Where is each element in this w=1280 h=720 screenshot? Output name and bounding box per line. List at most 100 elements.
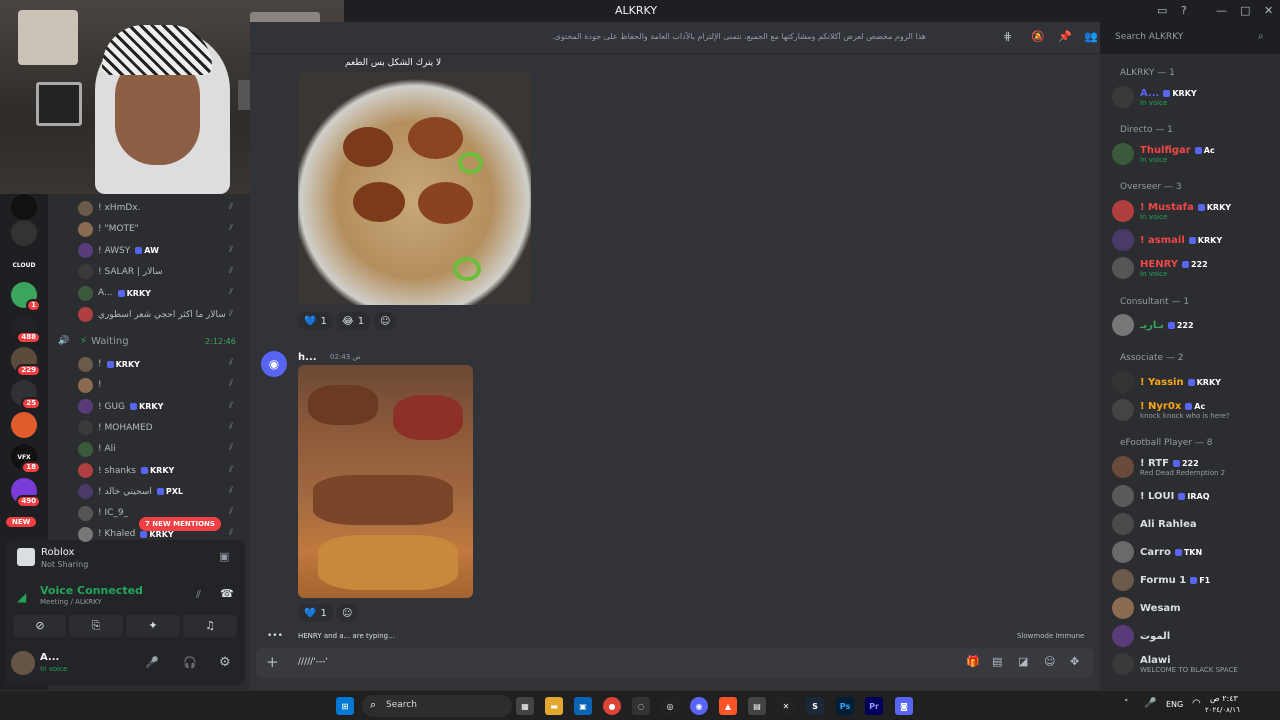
language-indicator[interactable]: ENG [1166, 700, 1183, 709]
search-input[interactable]: Search ALKRKY [1115, 32, 1183, 42]
member-row[interactable]: ! LOUI IRAQ [1112, 484, 1277, 508]
voice-user-row[interactable]: ! Khaled KRKY [78, 525, 174, 543]
windows-start-icon[interactable]: ⊞ [336, 697, 354, 715]
voice-user-row[interactable]: ! اسحيني خالد PXL [78, 483, 183, 501]
food-image-grill-platter[interactable] [298, 365, 473, 598]
sticker-icon[interactable]: ◪ [1018, 655, 1028, 668]
member-row[interactable]: ! asmail KRKY [1112, 228, 1277, 252]
waiting-channel[interactable]: ⚡ Waiting [80, 336, 129, 347]
microphone-icon[interactable]: 🎤 [1144, 698, 1156, 709]
disconnect-icon[interactable]: ☎ [220, 587, 234, 600]
taskbar-search[interactable]: ⌕ Search [362, 695, 512, 717]
gif-icon[interactable]: ▤ [992, 655, 1002, 668]
member-row[interactable]: Alawi WELCOME TO BLACK SPACE [1112, 652, 1277, 676]
members-icon[interactable]: 👥 [1084, 30, 1098, 43]
voice-user-row[interactable]: ! KRKY [78, 355, 140, 373]
emoji-icon[interactable]: ☺ [1044, 655, 1055, 668]
camera-button[interactable]: ⊘ [14, 615, 66, 637]
voice-user-row[interactable]: A... KRKY [78, 284, 151, 302]
clock-date[interactable]: ٢٠٢٤/٠٨/١٦ [1205, 706, 1240, 714]
add-attachment-icon[interactable]: + [266, 653, 279, 671]
voice-user-row[interactable]: ! xHmDx. [78, 199, 140, 217]
voice-user-row[interactable]: ! "MOTE" [78, 220, 139, 238]
share-screen-button[interactable]: ⎘ [69, 615, 123, 637]
chrome-icon[interactable]: ● [603, 697, 621, 715]
activities-button[interactable]: ✦ [126, 615, 180, 637]
server-icon[interactable]: 229 [11, 347, 41, 377]
member-row[interactable]: HENRY 222 In voice [1112, 256, 1277, 280]
add-reaction-button[interactable]: ☺ [374, 312, 397, 330]
add-reaction-button[interactable]: ☺ [336, 604, 359, 622]
capcut-icon[interactable]: ✕ [777, 697, 795, 715]
member-row[interactable]: ! Yassin KRKY [1112, 370, 1277, 394]
noise-suppression-icon[interactable]: ⫽ [196, 588, 201, 602]
voice-user-row[interactable]: ! shanks KRKY [78, 462, 174, 480]
maximize-button[interactable]: □ [1240, 4, 1250, 17]
store-icon[interactable]: ▣ [574, 697, 592, 715]
headphones-icon[interactable]: 🎧 [183, 656, 197, 669]
member-row[interactable]: Ali Rahlea [1112, 512, 1277, 536]
voice-user-row[interactable]: ! [78, 376, 102, 394]
member-row[interactable]: ! Nyr0x Ac knock knock who is here? [1112, 398, 1277, 422]
avatar[interactable] [11, 651, 35, 675]
threads-icon[interactable]: ⋕ [1003, 30, 1012, 43]
member-row[interactable]: Formu 1 F1 [1112, 568, 1277, 592]
composer-input[interactable]: /////'---' [298, 657, 328, 667]
clock-time[interactable]: ٢:٤٣ ص [1210, 694, 1238, 703]
microphone-icon[interactable]: 🎤 [145, 656, 159, 669]
discord-active-icon[interactable]: ◙ [895, 697, 913, 715]
wifi-icon[interactable]: ◠ [1192, 698, 1201, 709]
soundboard-button[interactable]: ♫ [183, 615, 237, 637]
notifications-icon[interactable]: 🔕 [1031, 30, 1045, 43]
voice-user-row[interactable]: سالار ما اكثر احجي شعر اسطوري [78, 306, 226, 324]
message-composer[interactable]: + /////'---' 🎁 ▤ ◪ ☺ ✥ [256, 648, 1094, 678]
task-view-icon[interactable]: ▦ [516, 697, 534, 715]
member-row[interactable]: ! Mustafa KRKY In voice [1112, 199, 1277, 223]
minimize-button[interactable]: — [1216, 4, 1227, 17]
file-explorer-icon[interactable]: ▬ [545, 697, 563, 715]
member-row[interactable]: Wesam [1112, 596, 1277, 620]
member-row[interactable]: الموت [1112, 624, 1277, 648]
chevron-up-icon[interactable]: ˄ [1124, 699, 1129, 709]
server-icon[interactable] [11, 412, 37, 438]
premiere-icon[interactable]: Pr [865, 697, 883, 715]
pin-icon[interactable]: 📌 [1058, 30, 1072, 43]
voice-user-row[interactable]: ! AWSY AW [78, 242, 159, 260]
steam-app-icon[interactable]: S [806, 697, 824, 715]
member-row[interactable]: بـاريـ 222 [1112, 313, 1277, 337]
server-icon[interactable]: VFX 18 [11, 444, 41, 474]
photoshop-icon[interactable]: Ps [836, 697, 854, 715]
member-row[interactable]: A... KRKY In voice [1112, 85, 1277, 109]
reaction-chip[interactable]: 😂 1 [336, 312, 371, 330]
server-icon[interactable]: 1 [11, 282, 41, 312]
message-author[interactable]: h... [298, 352, 317, 363]
voice-user-row[interactable]: ! MOHAMED [78, 419, 153, 437]
voice-user-row[interactable]: ! GUG KRKY [78, 398, 163, 416]
settings-gear-icon[interactable]: ⚙ [219, 655, 231, 670]
discord-avatar-icon[interactable]: ◉ [261, 351, 287, 377]
app-icon[interactable]: ◌ [632, 697, 650, 715]
inbox-icon[interactable]: ▭ [1157, 4, 1167, 17]
reaction-chip[interactable]: 💙 1 [298, 604, 333, 622]
server-icon[interactable] [11, 194, 37, 220]
apps-icon[interactable]: ✥ [1070, 655, 1079, 668]
help-icon[interactable]: ? [1181, 4, 1187, 17]
search-box[interactable]: Search ALKRKY ⌕ [1110, 28, 1272, 48]
server-icon[interactable]: 490 [11, 478, 41, 508]
member-row[interactable]: Carro TKN [1112, 540, 1277, 564]
new-pill[interactable]: NEW [6, 517, 37, 527]
server-icon[interactable]: CLOUD [11, 252, 37, 278]
close-button[interactable]: ✕ [1264, 4, 1273, 17]
food-image-chicken-rice[interactable] [298, 72, 531, 305]
server-icon[interactable]: 488 [11, 314, 41, 344]
member-row[interactable]: ! RTF 222 Red Dead Redemption 2 [1112, 455, 1277, 479]
discord-icon[interactable]: ◉ [690, 697, 708, 715]
app-icon[interactable]: ▤ [748, 697, 766, 715]
voice-user-row[interactable]: ! Ali [78, 440, 116, 458]
gift-icon[interactable]: 🎁 [966, 655, 980, 668]
brave-icon[interactable]: ▲ [719, 697, 737, 715]
voice-user-row[interactable]: ! SALAR | سالار [78, 263, 163, 281]
reaction-chip[interactable]: 💙 1 [298, 312, 333, 330]
steam-icon[interactable]: ◎ [661, 697, 679, 715]
server-icon[interactable]: 25 [11, 380, 41, 410]
